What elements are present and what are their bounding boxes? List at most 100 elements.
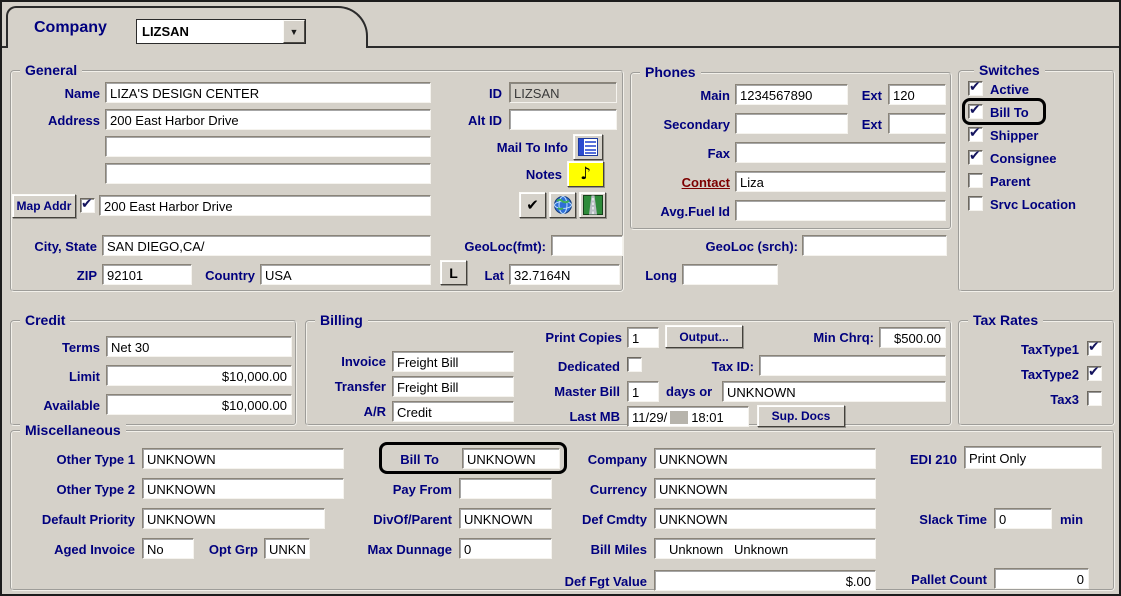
available-input[interactable] <box>106 394 292 415</box>
other-type-1-input[interactable] <box>142 448 344 469</box>
tax3-checkbox[interactable]: ✔ <box>1087 391 1102 406</box>
taxtype1-label: TaxType1 <box>987 342 1079 357</box>
long-input[interactable] <box>682 264 778 285</box>
notes-button[interactable]: ♪ <box>567 161 604 187</box>
address-line2-input[interactable] <box>105 136 431 157</box>
limit-input[interactable] <box>106 365 292 386</box>
print-copies-input[interactable] <box>627 327 659 348</box>
other-type-2-label: Other Type 2 <box>20 482 135 497</box>
globe-button[interactable] <box>549 192 576 218</box>
max-dunnage-input[interactable] <box>459 538 552 559</box>
check-icon: ✔ <box>1088 339 1100 355</box>
notes-label: Notes <box>450 167 562 182</box>
city-state-input[interactable] <box>102 235 431 256</box>
fax-input[interactable] <box>735 142 946 163</box>
company-selector-input[interactable] <box>137 20 283 43</box>
master-bill-type-input[interactable] <box>722 381 946 402</box>
tax-id-input[interactable] <box>759 355 946 376</box>
other-type-2-input[interactable] <box>142 478 344 499</box>
taxtype1-checkbox[interactable]: ✔ <box>1087 341 1102 356</box>
dedicated-checkbox[interactable]: ✔ <box>627 357 642 372</box>
ar-input[interactable] <box>392 401 514 422</box>
opt-grp-input[interactable] <box>264 538 310 559</box>
check-icon: ✔ <box>969 79 981 95</box>
id-label: ID <box>432 86 502 101</box>
divof-parent-input[interactable] <box>459 508 552 529</box>
min-chrg-label: Min Chrq: <box>800 330 874 345</box>
alt-id-input[interactable] <box>509 109 617 130</box>
chevron-down-icon: ▼ <box>290 27 299 37</box>
misc-bill-to-input[interactable] <box>462 448 560 469</box>
geoloc-srch-input[interactable] <box>802 235 947 256</box>
switch-active-label: Active <box>990 82 1105 97</box>
switch-srvc-location-checkbox[interactable]: ✔ <box>968 196 983 211</box>
def-fgt-value-input[interactable] <box>654 570 876 591</box>
phone-secondary-input[interactable] <box>735 113 848 134</box>
phone-secondary-ext-input[interactable] <box>888 113 946 134</box>
pay-from-input[interactable] <box>459 478 552 499</box>
sup-docs-button[interactable]: Sup. Docs <box>757 405 845 427</box>
phone-main-input[interactable] <box>735 84 848 105</box>
map-addr-button[interactable]: Map Addr <box>12 194 76 218</box>
switch-parent-label: Parent <box>990 174 1105 189</box>
switch-parent-checkbox[interactable]: ✔ <box>968 173 983 188</box>
def-cmdty-label: Def Cmdty <box>565 512 647 527</box>
contact-input[interactable] <box>735 171 946 192</box>
switch-shipper-checkbox[interactable]: ✔ <box>968 127 983 142</box>
address-line1-input[interactable] <box>105 109 431 130</box>
lat-label: Lat <box>473 268 504 283</box>
map-addr-input[interactable] <box>99 195 431 216</box>
slack-time-input[interactable] <box>994 508 1052 529</box>
phone-secondary-label: Secondary <box>640 117 730 132</box>
def-cmdty-input[interactable] <box>654 508 876 529</box>
switch-active-checkbox[interactable]: ✔ <box>968 81 983 96</box>
company-selector[interactable]: ▼ <box>136 19 306 44</box>
mail-to-info-button[interactable] <box>573 134 603 160</box>
bill-miles-input[interactable] <box>654 538 876 559</box>
switch-bill-to-checkbox[interactable]: ✔ <box>968 104 983 119</box>
terms-input[interactable] <box>106 336 292 357</box>
phone-main-ext-input[interactable] <box>888 84 946 105</box>
switches-group-title: Switches <box>974 62 1045 78</box>
aged-invoice-input[interactable] <box>142 538 194 559</box>
switch-consignee-checkbox[interactable]: ✔ <box>968 150 983 165</box>
map-addr-checkbox[interactable]: ✔ <box>80 198 95 213</box>
locate-button[interactable]: L <box>440 260 467 285</box>
check-icon: ✔ <box>969 125 981 141</box>
country-input[interactable] <box>260 264 431 285</box>
taxtype2-checkbox[interactable]: ✔ <box>1087 366 1102 381</box>
geoloc-fmt-input[interactable] <box>551 235 623 256</box>
last-mb-field[interactable]: 11/29/ 18:01 <box>627 406 749 427</box>
misc-company-label: Company <box>572 452 647 467</box>
slack-time-label: Slack Time <box>888 512 987 527</box>
contact-link[interactable]: Contact <box>654 175 730 190</box>
avg-fuel-id-label: Avg.Fuel Id <box>640 204 730 219</box>
avg-fuel-id-input[interactable] <box>735 200 946 221</box>
route-button[interactable] <box>579 192 606 218</box>
tax-id-label: Tax ID: <box>702 359 754 374</box>
output-button[interactable]: Output... <box>665 325 743 348</box>
misc-bill-to-label: Bill To <box>385 452 439 467</box>
zip-input[interactable] <box>102 264 192 285</box>
lat-input[interactable] <box>509 264 620 285</box>
pallet-count-input[interactable] <box>994 568 1089 589</box>
address-line3-input[interactable] <box>105 163 431 184</box>
combo-dropdown-button[interactable]: ▼ <box>283 20 305 43</box>
transfer-input[interactable] <box>392 376 514 397</box>
transfer-label: Transfer <box>316 379 386 394</box>
bill-miles-label: Bill Miles <box>572 542 647 557</box>
globe-icon <box>553 195 573 215</box>
edi-210-input[interactable] <box>964 446 1102 469</box>
currency-input[interactable] <box>654 478 876 499</box>
days-or-label: days or <box>666 384 718 399</box>
company-tab[interactable]: Company ▼ <box>6 6 368 48</box>
name-input[interactable] <box>105 82 431 103</box>
invoice-input[interactable] <box>392 351 514 372</box>
switch-shipper-label: Shipper <box>990 128 1105 143</box>
master-bill-input[interactable] <box>627 381 659 402</box>
default-priority-input[interactable] <box>142 508 325 529</box>
misc-company-input[interactable] <box>654 448 876 469</box>
verify-address-button[interactable]: ✔ <box>519 192 546 218</box>
pallet-count-label: Pallet Count <box>885 572 987 587</box>
min-chrg-input[interactable] <box>879 327 946 348</box>
